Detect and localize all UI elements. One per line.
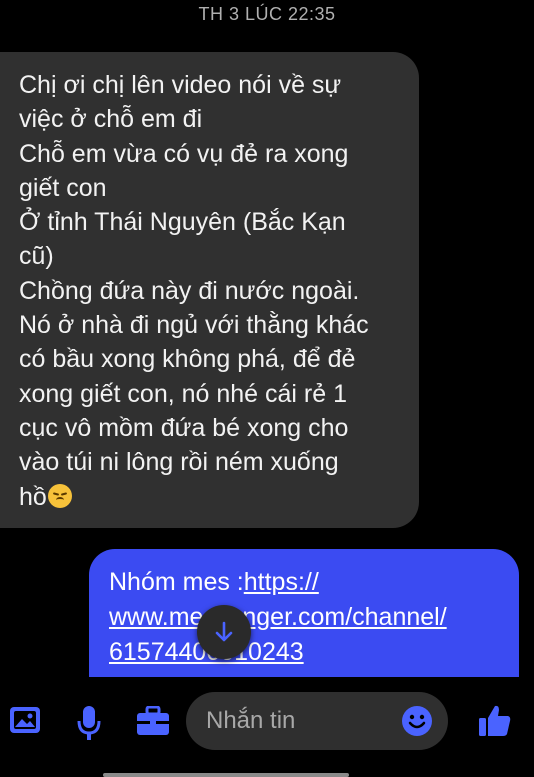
emoji-button[interactable] bbox=[400, 704, 434, 738]
message-line: Chị ơi chị lên video nói về sự bbox=[19, 71, 342, 99]
message-line: vào túi ni lông rồi ném xuống bbox=[19, 448, 339, 477]
message-line-last: hồ bbox=[19, 480, 403, 514]
message-line: Nó ở nhà đi ngủ với thằng khác bbox=[19, 311, 369, 340]
message-line: Nhóm mes :https:// bbox=[109, 565, 501, 600]
emoji-icon bbox=[402, 706, 432, 736]
sad-face-emoji-icon bbox=[47, 483, 72, 508]
message-line: cũ) bbox=[19, 242, 54, 271]
message-input[interactable]: Nhắn tin bbox=[186, 692, 448, 750]
scroll-to-bottom-button[interactable] bbox=[197, 605, 251, 659]
message-input-placeholder: Nhắn tin bbox=[206, 707, 296, 734]
composer-bar: Nhắn tin bbox=[0, 677, 534, 777]
message-timestamp: TH 3 LÚC 22:35 bbox=[198, 4, 336, 24]
message-line: cục vô mồm đứa bé xong cho bbox=[19, 413, 349, 442]
message-line: giết con bbox=[19, 173, 107, 202]
image-button[interactable] bbox=[8, 703, 42, 737]
arrow-down-icon bbox=[215, 621, 233, 642]
message-line: việc ở chỗ em đi bbox=[19, 105, 203, 134]
incoming-message-bubble[interactable]: Chị ơi chị lên video nói về sự việc ở ch… bbox=[0, 52, 419, 528]
message-line: Chỗ em vừa có vụ đẻ ra xong bbox=[19, 139, 349, 168]
message-line: Chồng đứa này đi nước ngoài. bbox=[19, 276, 360, 305]
like-button[interactable] bbox=[475, 701, 515, 741]
message-link[interactable]: www.messenger.com/channel/ bbox=[109, 600, 501, 635]
briefcase-icon bbox=[137, 706, 169, 735]
message-link[interactable]: https:// bbox=[244, 568, 319, 596]
message-line: có bầu xong không phá, để đẻ bbox=[19, 345, 356, 374]
message-text: hồ bbox=[19, 482, 47, 511]
home-indicator bbox=[103, 773, 349, 777]
briefcase-button[interactable] bbox=[135, 704, 171, 738]
thumbs-up-icon bbox=[479, 705, 511, 736]
microphone-icon bbox=[77, 706, 101, 740]
message-line: xong giết con, nó nhé cái rẻ 1 bbox=[19, 379, 348, 408]
microphone-button[interactable] bbox=[74, 703, 104, 743]
image-icon bbox=[10, 707, 40, 733]
message-link[interactable]: 61574400010243 bbox=[109, 635, 501, 670]
message-line: Ở tỉnh Thái Nguyên (Bắc Kạn bbox=[19, 208, 346, 237]
message-prefix: Nhóm mes : bbox=[109, 568, 244, 596]
